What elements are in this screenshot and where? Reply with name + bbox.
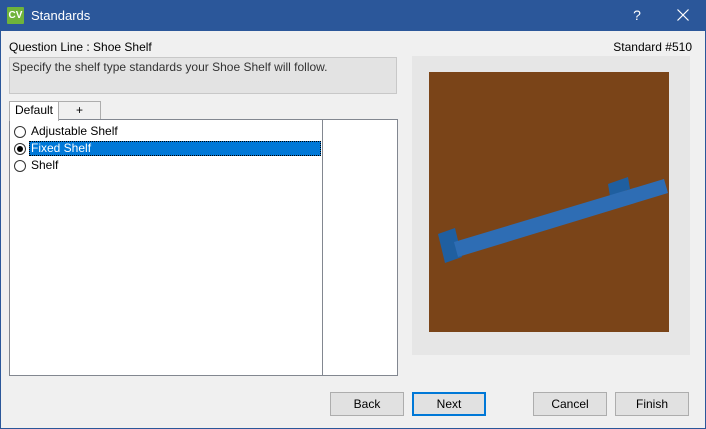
help-button[interactable]: ? — [620, 0, 654, 31]
standard-number-label: Standard #510 — [613, 40, 692, 54]
finish-button[interactable]: Finish — [615, 392, 689, 416]
list-divider — [322, 120, 323, 375]
close-icon — [677, 9, 689, 21]
option-adjustable-shelf[interactable]: Adjustable Shelf — [12, 123, 321, 140]
tab-default[interactable]: Default — [9, 101, 59, 121]
back-button[interactable]: Back — [330, 392, 404, 416]
option-shelf[interactable]: Shelf — [12, 157, 321, 174]
radio-button[interactable] — [14, 126, 26, 138]
cancel-button[interactable]: Cancel — [533, 392, 607, 416]
title-bar: CV Standards ? — [0, 0, 706, 31]
radio-button[interactable] — [14, 143, 26, 155]
question-line-label: Question Line : Shoe Shelf — [9, 40, 152, 54]
option-label: Fixed Shelf — [29, 141, 321, 156]
option-label: Shelf — [31, 158, 59, 172]
next-button[interactable]: Next — [412, 392, 486, 416]
options-list: Adjustable Shelf Fixed Shelf Shelf — [9, 119, 398, 376]
tab-add[interactable]: + — [58, 101, 101, 120]
preview-image — [412, 56, 690, 355]
radio-button[interactable] — [14, 160, 26, 172]
app-logo: CV — [7, 7, 24, 24]
window-title: Standards — [31, 8, 91, 23]
option-label: Adjustable Shelf — [31, 124, 118, 138]
option-fixed-shelf[interactable]: Fixed Shelf — [12, 140, 321, 157]
close-button[interactable] — [664, 0, 702, 31]
instructions-text: Specify the shelf type standards your Sh… — [9, 57, 397, 94]
